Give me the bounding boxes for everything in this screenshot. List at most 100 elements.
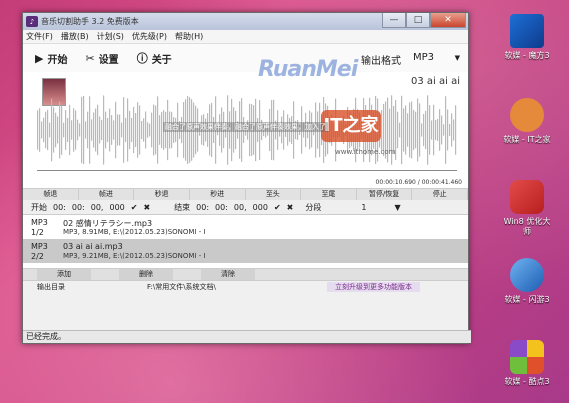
start-button[interactable]: ▶ 开始	[35, 51, 67, 66]
output-dir-path[interactable]: F:\常用文件\系统文档\	[147, 282, 327, 292]
waveform-bar	[135, 112, 137, 148]
title-bar[interactable]: ♪ 音乐切割助手 3.2 免费版本 — □ ✕	[23, 13, 468, 30]
cube-icon	[510, 14, 544, 48]
clear-button[interactable]: 清除	[201, 269, 255, 280]
waveform-bar	[133, 106, 135, 154]
upgrade-link[interactable]: 立刻升级到更多功能版本	[327, 282, 420, 292]
start-seconds-field[interactable]: 00,	[91, 203, 104, 212]
waveform-bar	[129, 110, 131, 150]
waveform-bar	[439, 109, 441, 151]
segment-select[interactable]: 1	[361, 203, 366, 212]
desktop-icon-shanyou[interactable]: 软媒 - 闪游3	[495, 258, 559, 305]
menu-file[interactable]: 文件(F)	[26, 31, 53, 42]
waveform-bar	[95, 108, 97, 152]
waveform-bar	[57, 116, 59, 144]
list-item[interactable]: MP3 1/2 02 感情リテラシー.mp3 MP3, 8.91MB, E:\(…	[23, 215, 468, 239]
timeline-ruler[interactable]	[37, 170, 457, 179]
waveform-bar	[127, 98, 129, 162]
desktop-icon-mofang[interactable]: 软媒 - 魔方3	[495, 14, 559, 61]
second-back-button[interactable]: 秒退	[134, 189, 190, 200]
start-hours-field[interactable]: 00:	[53, 203, 66, 212]
waveform-bar	[389, 108, 391, 152]
end-minutes-field[interactable]: 00:	[215, 203, 228, 212]
format-label: 输出格式	[361, 56, 401, 67]
desktop-icon-label: 软媒 - 闪游3	[504, 295, 550, 304]
start-range-label: 开始	[31, 202, 47, 212]
desktop-icon-win8[interactable]: Win8 优化大师	[495, 180, 559, 237]
to-start-button[interactable]: 至头	[246, 189, 302, 200]
menu-help[interactable]: 帮助(H)	[175, 31, 203, 42]
waveform-bar	[47, 109, 49, 151]
waveform-bar	[53, 107, 55, 153]
minimize-button[interactable]: —	[382, 13, 406, 28]
stop-button[interactable]: 停止	[412, 189, 468, 200]
waveform-bar	[63, 122, 65, 138]
waveform-bar	[87, 111, 89, 149]
waveform-bar	[69, 104, 71, 156]
playback-controls: 帧退 帧进 秒退 秒进 至头 至尾 暂停/恢复 停止	[23, 188, 468, 200]
item-format: MP3	[31, 218, 48, 227]
waveform-bar	[61, 105, 63, 155]
menu-schedule[interactable]: 计划(S)	[97, 31, 124, 42]
start-confirm-icon[interactable]: ✔	[131, 203, 138, 212]
start-minutes-field[interactable]: 00:	[72, 203, 85, 212]
rocket-icon	[510, 258, 544, 292]
segment-label: 分段	[305, 202, 322, 212]
waveform-panel[interactable]: 03 ai ai ai IT之家 www.ithome.com 融合了原声效果伴…	[23, 72, 468, 188]
waveform-bar	[39, 108, 41, 152]
list-item-selected[interactable]: MP3 2/2 03 ai ai ai.mp3 MP3, 9.21MB, E:\…	[23, 239, 468, 263]
maximize-button[interactable]: □	[406, 13, 430, 28]
end-clear-icon[interactable]: ✖	[287, 203, 294, 212]
waveform-bar	[41, 121, 43, 139]
waveform-bar	[131, 117, 133, 143]
end-ms-field[interactable]: 000	[253, 203, 268, 212]
add-button[interactable]: 添加	[37, 269, 91, 280]
end-confirm-icon[interactable]: ✔	[274, 203, 281, 212]
ithome-url: www.ithome.com	[335, 148, 396, 156]
desktop-icon-ithome[interactable]: 软媒 - IT之家	[495, 98, 559, 145]
menu-bar: 文件(F) 播放(B) 计划(S) 优先级(P) 帮助(H)	[23, 30, 468, 44]
pause-resume-button[interactable]: 暂停/恢复	[357, 189, 413, 200]
waveform-bar	[89, 96, 91, 164]
waveform-bar	[431, 120, 433, 140]
about-button[interactable]: ⓘ 关于	[137, 50, 172, 66]
end-seconds-field[interactable]: 00,	[234, 203, 247, 212]
window-title: 音乐切割助手 3.2 免费版本	[41, 17, 139, 26]
waveform-bar	[139, 105, 141, 155]
waveform-bar	[37, 110, 39, 150]
waveform-bar	[147, 122, 149, 138]
waveform-bar	[55, 112, 57, 148]
to-end-button[interactable]: 至尾	[301, 189, 357, 200]
menu-play[interactable]: 播放(B)	[61, 31, 89, 42]
second-forward-button[interactable]: 秒进	[190, 189, 246, 200]
waveform-bar	[381, 110, 383, 150]
waveform-bar	[125, 117, 127, 143]
chevron-down-icon[interactable]: ▼	[394, 203, 400, 212]
frame-back-button[interactable]: 帧退	[23, 189, 79, 200]
frame-forward-button[interactable]: 帧进	[79, 189, 135, 200]
desktop-icon-kudian[interactable]: 软媒 - 酷点3	[495, 340, 559, 387]
waveform-bar	[427, 95, 429, 165]
start-ms-field[interactable]: 000	[109, 203, 124, 212]
waveform-bar	[83, 95, 85, 165]
waveform-bar	[153, 104, 155, 156]
settings-button[interactable]: ✂ 设置	[85, 51, 118, 66]
menu-priority[interactable]: 优先级(P)	[132, 31, 167, 42]
status-bar: 已经完成。	[23, 330, 471, 343]
waveform-bar	[157, 96, 159, 164]
waveform-bar	[453, 119, 455, 141]
waveform-bar	[73, 108, 75, 152]
format-select[interactable]: MP3	[413, 52, 458, 63]
waveform-bar	[397, 111, 399, 149]
waveform-bar	[413, 109, 415, 151]
end-hours-field[interactable]: 00:	[196, 203, 209, 212]
waveform-bar	[65, 110, 67, 150]
waveform-bar	[45, 111, 47, 149]
waveform-bar	[113, 120, 115, 140]
close-button[interactable]: ✕	[430, 13, 466, 28]
start-clear-icon[interactable]: ✖	[143, 203, 150, 212]
delete-button[interactable]: 删除	[119, 269, 173, 280]
chevron-down-icon[interactable]: ▼	[455, 54, 460, 62]
toolbar: ▶ 开始 ✂ 设置 ⓘ 关于 输出格式 MP3 ▼	[23, 44, 468, 72]
start-label: 开始	[47, 54, 68, 66]
